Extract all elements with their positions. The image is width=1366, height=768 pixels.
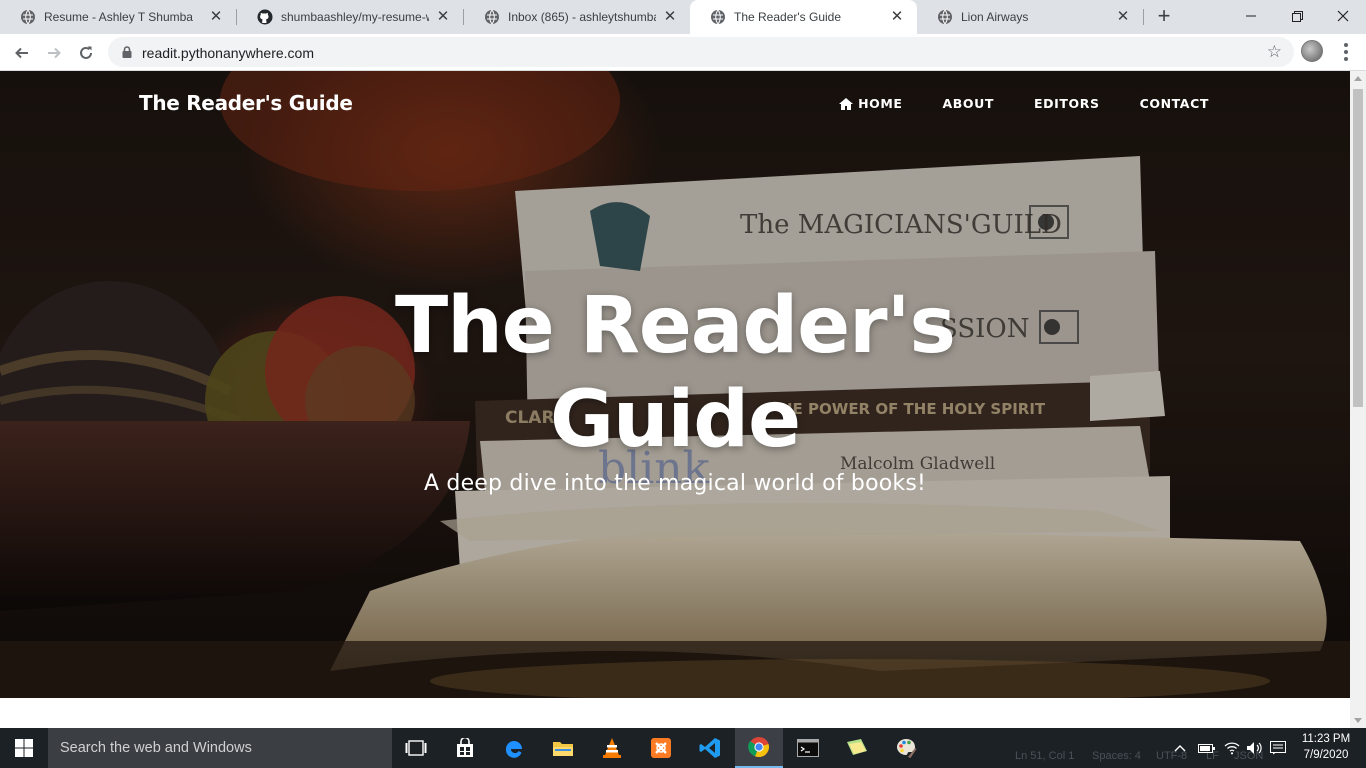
xampp-icon[interactable] <box>637 728 685 768</box>
globe-icon <box>484 9 500 25</box>
page-scrollbar[interactable] <box>1350 71 1366 728</box>
sticky-notes-icon[interactable] <box>833 728 881 768</box>
hero-subtitle: A deep dive into the magical world of bo… <box>423 471 927 496</box>
browser-toolbar: readit.pythonanywhere.com ☆ <box>0 34 1366 71</box>
back-button[interactable] <box>8 39 36 67</box>
tab-inbox[interactable]: Inbox (865) - ashleytshumba@gmail.com ✕ <box>464 0 690 34</box>
hero-title-line-2: Guide <box>549 375 801 465</box>
tab-title: shumbaashley/my-resume-website <box>281 10 429 24</box>
nav-editors-label: EDITORS <box>1034 96 1100 111</box>
reload-icon <box>80 46 92 59</box>
nav-about[interactable]: ABOUT <box>943 96 995 111</box>
task-view-icon[interactable] <box>392 728 440 768</box>
vscode-icon[interactable] <box>686 728 734 768</box>
tab-resume[interactable]: Resume - Ashley T Shumba ✕ <box>0 0 236 34</box>
arrow-left-icon <box>15 47 28 59</box>
lock-icon <box>122 46 132 58</box>
site-nav: HOME ABOUT EDITORS CONTACT <box>839 96 1209 111</box>
browser-tab-strip: Resume - Ashley T Shumba ✕ shumbaashley/… <box>0 0 1366 34</box>
terminal-icon[interactable] <box>784 728 832 768</box>
windows-taskbar: Search the web and Windows Ln 51, Col 1 … <box>0 728 1366 768</box>
action-center-icon[interactable] <box>1270 728 1286 768</box>
new-tab-button[interactable]: + <box>1152 5 1176 29</box>
nav-contact-label: CONTACT <box>1139 96 1209 111</box>
tab-lion-airways[interactable]: Lion Airways ✕ <box>917 0 1143 34</box>
site-brand[interactable]: The Reader's Guide <box>139 91 353 115</box>
tab-divider <box>1143 9 1144 25</box>
chrome-icon[interactable] <box>735 728 783 768</box>
battery-icon[interactable] <box>1198 728 1216 768</box>
close-icon[interactable]: ✕ <box>435 9 451 25</box>
tab-title: Lion Airways <box>961 10 1029 24</box>
github-icon <box>257 9 273 25</box>
hero-title-line-1: The Reader's <box>395 281 956 371</box>
forward-button[interactable] <box>40 39 68 67</box>
nav-home[interactable]: HOME <box>839 96 902 111</box>
tab-title: Resume - Ashley T Shumba <box>44 10 193 24</box>
scrollbar-thumb[interactable] <box>1353 89 1363 407</box>
windows-logo-icon <box>15 739 33 757</box>
arrow-right-icon <box>48 47 61 59</box>
address-bar[interactable]: readit.pythonanywhere.com ☆ <box>108 37 1294 67</box>
wifi-icon[interactable] <box>1224 728 1240 768</box>
reload-button[interactable] <box>72 39 100 67</box>
home-icon <box>839 97 854 110</box>
bookmark-star-icon[interactable]: ☆ <box>1267 42 1282 62</box>
vlc-icon[interactable] <box>588 728 636 768</box>
tab-title: The Reader's Guide <box>734 10 842 24</box>
globe-icon <box>20 9 36 25</box>
close-icon[interactable]: ✕ <box>208 9 224 25</box>
ghost-status-line: Ln 51, Col 1 <box>1015 750 1075 762</box>
globe-icon <box>937 9 953 25</box>
file-explorer-icon[interactable] <box>539 728 587 768</box>
nav-about-label: ABOUT <box>942 96 995 111</box>
paint-icon[interactable] <box>882 728 930 768</box>
close-icon[interactable]: ✕ <box>889 9 905 25</box>
profile-avatar[interactable] <box>1301 40 1323 62</box>
clock-date: 7/9/2020 <box>1303 749 1349 761</box>
start-button[interactable] <box>0 728 48 768</box>
globe-icon <box>710 9 726 25</box>
hero-section: The MAGICIANS'GUILD SSION CLARK HE POWER… <box>0 71 1350 698</box>
edge-icon[interactable] <box>490 728 538 768</box>
show-hidden-icons-chevron-icon[interactable] <box>1174 728 1186 768</box>
volume-icon[interactable] <box>1246 728 1264 768</box>
clock-time: 11:23 PM <box>1301 733 1351 745</box>
store-icon[interactable] <box>441 728 489 768</box>
nav-home-label: HOME <box>858 96 903 111</box>
minimize-button[interactable] <box>1228 0 1274 32</box>
tab-readers-guide[interactable]: The Reader's Guide ✕ <box>690 0 917 34</box>
nav-editors[interactable]: EDITORS <box>1034 96 1100 111</box>
page-viewport: The MAGICIANS'GUILD SSION CLARK HE POWER… <box>0 71 1350 728</box>
nav-contact[interactable]: CONTACT <box>1140 96 1209 111</box>
scroll-up-arrow-icon[interactable] <box>1354 76 1362 81</box>
close-icon[interactable]: ✕ <box>1115 9 1131 25</box>
url-text: readit.pythonanywhere.com <box>142 45 314 61</box>
tab-github[interactable]: shumbaashley/my-resume-website ✕ <box>237 0 463 34</box>
hero-title: The Reader's Guide <box>0 279 1350 467</box>
tab-title: Inbox (865) - ashleytshumba@gmail.com <box>508 10 656 24</box>
close-window-button[interactable] <box>1320 0 1366 32</box>
scroll-down-arrow-icon[interactable] <box>1354 718 1362 723</box>
ghost-status-spaces: Spaces: 4 <box>1092 750 1141 762</box>
close-icon[interactable]: ✕ <box>662 9 678 25</box>
browser-menu-icon[interactable] <box>1336 40 1356 64</box>
taskbar-clock[interactable]: 11:23 PM 7/9/2020 <box>1292 731 1360 763</box>
restore-button[interactable] <box>1274 0 1320 32</box>
taskbar-search-input[interactable]: Search the web and Windows <box>48 728 392 768</box>
